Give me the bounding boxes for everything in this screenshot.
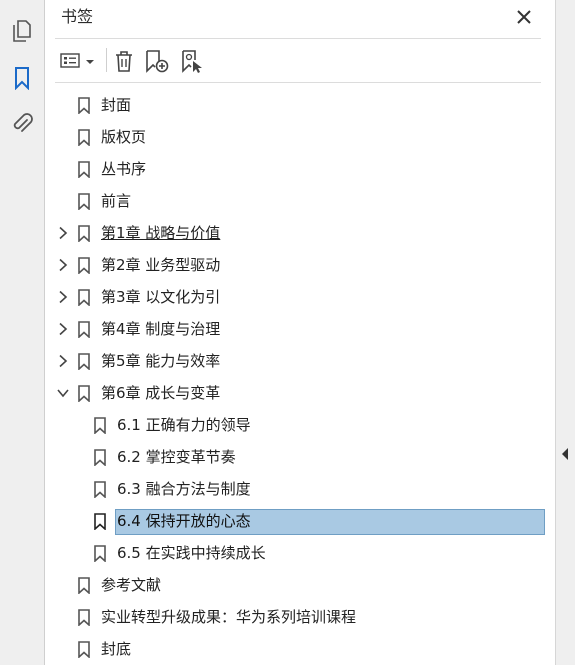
bookmark-label: 6.3 融合方法与制度 xyxy=(117,480,251,498)
bookmark-subitem[interactable]: 6.1 正确有力的领导 xyxy=(45,409,555,441)
panel-title: 书签 xyxy=(61,7,94,26)
bookmark-icon xyxy=(78,609,90,627)
bookmark-item[interactable]: 封面 xyxy=(45,89,555,121)
attachments-button[interactable] xyxy=(8,110,36,138)
new-bookmark-icon xyxy=(146,50,169,73)
bookmark-item[interactable]: 第4章 制度与治理 xyxy=(45,313,555,345)
bookmark-icon xyxy=(94,513,106,531)
bookmark-icon xyxy=(78,129,90,147)
bookmark-item[interactable]: 第6章 成长与变革 xyxy=(45,377,555,409)
attachment-icon xyxy=(13,113,33,132)
bookmark-label: 第3章 以文化为引 xyxy=(101,288,221,306)
bookmark-label: 6.1 正确有力的领导 xyxy=(117,416,251,434)
bookmark-label: 封面 xyxy=(101,96,132,114)
delete-bookmark-button[interactable] xyxy=(111,47,137,75)
bookmark-icon xyxy=(78,385,90,403)
trash-icon xyxy=(116,51,132,72)
bookmark-icon xyxy=(78,257,90,275)
bookmark-item[interactable]: 实业转型升级成果：华为系列培训课程 xyxy=(45,601,555,633)
chevron-right-icon[interactable] xyxy=(55,289,71,305)
bookmark-label: 丛书序 xyxy=(101,160,147,178)
bookmark-label: 第4章 制度与治理 xyxy=(101,320,221,338)
bookmark-label: 实业转型升级成果：华为系列培训课程 xyxy=(101,608,357,626)
chevron-down-icon[interactable] xyxy=(55,385,71,401)
bookmark-icon xyxy=(78,641,90,659)
chevron-right-icon[interactable] xyxy=(55,257,71,273)
bookmark-subitem[interactable]: 6.4 保持开放的心态 xyxy=(45,505,555,537)
pages-icon xyxy=(13,20,31,42)
bookmark-item[interactable]: 参考文献 xyxy=(45,569,555,601)
bookmark-subitem[interactable]: 6.3 融合方法与制度 xyxy=(45,473,555,505)
bookmark-label: 参考文献 xyxy=(101,576,162,594)
bookmark-tree: 封面版权页丛书序前言第1章 战略与价值 第2章 业务型驱动 第3章 以文化为引 第4章… xyxy=(45,89,555,665)
toolbar-divider xyxy=(55,82,541,83)
bookmark-item[interactable]: 第2章 业务型驱动 xyxy=(45,249,555,281)
bookmark-item[interactable]: 第3章 以文化为引 xyxy=(45,281,555,313)
bookmark-icon xyxy=(94,417,106,435)
left-navigation-rail xyxy=(0,0,45,665)
bookmark-icon xyxy=(78,353,90,371)
right-collapse-bar[interactable] xyxy=(555,0,575,665)
bookmark-icon xyxy=(78,289,90,307)
bookmark-icon xyxy=(78,97,90,115)
toolbar-separator xyxy=(106,48,107,72)
bookmark-label: 第5章 能力与效率 xyxy=(101,352,221,370)
bookmark-icon xyxy=(94,545,106,563)
bookmark-label: 6.5 在实践中持续成长 xyxy=(117,544,266,562)
bookmark-label: 封底 xyxy=(101,640,132,658)
bookmark-item[interactable]: 丛书序 xyxy=(45,153,555,185)
page-thumbnails-button[interactable] xyxy=(8,17,36,45)
bookmark-icon xyxy=(78,225,90,243)
bookmark-icon xyxy=(94,449,106,467)
bookmarks-panel: 书签 封面 版权页 丛书序 前言 第1章 战略与价值 第2章 业务型驱动 第3章… xyxy=(45,0,555,665)
bookmark-item[interactable]: 封底 xyxy=(45,633,555,665)
bookmark-icon xyxy=(78,193,90,211)
bookmark-item[interactable]: 第5章 能力与效率 xyxy=(45,345,555,377)
bookmark-label: 第6章 成长与变革 xyxy=(101,384,221,402)
bookmark-item[interactable]: 版权页 xyxy=(45,121,555,153)
header-divider xyxy=(55,38,541,39)
bookmark-item[interactable]: 前言 xyxy=(45,185,555,217)
bookmark-label: 6.2 掌控变革节奏 xyxy=(117,448,236,466)
bookmark-label: 第1章 战略与价值 xyxy=(101,224,221,242)
close-panel-button[interactable] xyxy=(513,6,535,28)
bookmark-icon xyxy=(94,481,106,499)
bookmark-label: 6.4 保持开放的心态 xyxy=(117,512,251,530)
bookmark-icon xyxy=(78,161,90,179)
options-menu-button[interactable] xyxy=(59,47,97,75)
bookmark-label: 版权页 xyxy=(101,128,147,146)
bookmark-subitem[interactable]: 6.2 掌控变革节奏 xyxy=(45,441,555,473)
bookmark-cursor-icon xyxy=(182,50,202,73)
new-bookmark-from-structure-button[interactable] xyxy=(179,47,207,75)
bookmark-label: 前言 xyxy=(101,192,132,210)
collapse-arrow-icon xyxy=(562,448,568,460)
list-options-icon xyxy=(60,53,94,68)
bookmark-subitem[interactable]: 6.5 在实践中持续成长 xyxy=(45,537,555,569)
bookmark-icon xyxy=(78,577,90,595)
chevron-right-icon[interactable] xyxy=(55,321,71,337)
bookmarks-button[interactable] xyxy=(8,64,36,92)
close-icon xyxy=(517,10,531,24)
bookmark-item[interactable]: 第1章 战略与价值 xyxy=(45,217,555,249)
chevron-right-icon[interactable] xyxy=(55,353,71,369)
bookmark-label: 第2章 业务型驱动 xyxy=(101,256,221,274)
chevron-right-icon[interactable] xyxy=(55,225,71,241)
bookmark-icon xyxy=(78,321,90,339)
new-bookmark-button[interactable] xyxy=(143,47,171,75)
bookmark-icon xyxy=(15,67,29,90)
